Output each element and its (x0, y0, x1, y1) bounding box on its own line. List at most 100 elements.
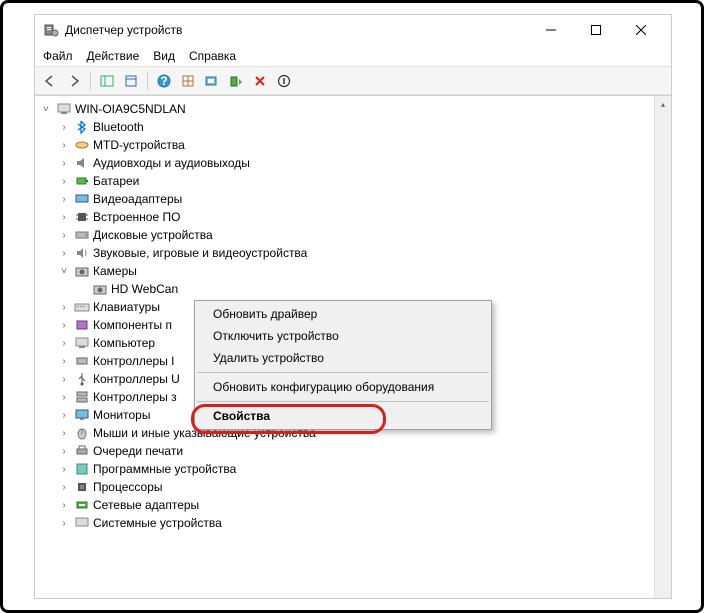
category-label: Клавиатуры (93, 300, 160, 314)
expand-icon[interactable]: › (57, 428, 71, 439)
forward-button[interactable] (63, 70, 85, 92)
disable-button[interactable] (273, 70, 295, 92)
expand-icon[interactable]: › (57, 482, 71, 493)
ctx-properties[interactable]: Свойства (195, 405, 491, 427)
minimize-button[interactable] (528, 15, 573, 45)
category-label: Дисковые устройства (93, 228, 213, 242)
category-video[interactable]: › Видеоадаптеры (35, 190, 654, 208)
ctx-scan-hardware[interactable]: Обновить конфигурацию оборудования (195, 376, 491, 398)
menu-help[interactable]: Справка (189, 49, 236, 63)
update-driver-button[interactable] (225, 70, 247, 92)
expand-icon[interactable]: › (57, 410, 71, 421)
category-label: Процессоры (93, 480, 163, 494)
show-hide-tree-button[interactable] (96, 70, 118, 92)
maximize-button[interactable] (573, 15, 618, 45)
category-label: Сетевые адаптеры (93, 498, 199, 512)
titlebar: Диспетчер устройств (35, 15, 671, 45)
usb-icon (74, 371, 90, 387)
expand-icon[interactable]: › (57, 464, 71, 475)
root-label: WIN-OIA9C5NDLAN (75, 102, 186, 116)
scroll-up-icon[interactable]: ▴ (655, 96, 671, 113)
expand-icon[interactable]: › (57, 500, 71, 511)
ctx-disable-device[interactable]: Отключить устройство (195, 325, 491, 347)
expand-icon[interactable]: › (57, 248, 71, 259)
expand-icon[interactable]: › (57, 518, 71, 529)
root-node[interactable]: ˅ WIN-OIA9C5NDLAN (35, 100, 654, 118)
expand-icon[interactable]: › (57, 230, 71, 241)
back-button[interactable] (39, 70, 61, 92)
device-hd-webcan[interactable]: HD WebCan (35, 280, 654, 298)
expand-icon[interactable]: › (57, 338, 71, 349)
menu-view[interactable]: Вид (153, 49, 175, 63)
category-label: Видеоадаптеры (93, 192, 182, 206)
expand-icon[interactable]: › (57, 194, 71, 205)
ctx-separator (197, 372, 489, 373)
computer-icon (56, 101, 72, 117)
category-firmware[interactable]: › Встроенное ПО (35, 208, 654, 226)
menu-action[interactable]: Действие (87, 49, 140, 63)
category-label: Компьютер (93, 336, 155, 350)
category-label: MTD-устройства (93, 138, 185, 152)
category-system[interactable]: › Системные устройства (35, 514, 654, 532)
category-label: Встроенное ПО (93, 210, 180, 224)
category-sound-game[interactable]: › Звуковые, игровые и видеоустройства (35, 244, 654, 262)
keyboard-icon (74, 299, 90, 315)
ctx-label: Обновить конфигурацию оборудования (213, 380, 434, 394)
expand-icon[interactable]: › (57, 140, 71, 151)
category-bluetooth[interactable]: ›Bluetooth (35, 118, 654, 136)
category-label: Звуковые, игровые и видеоустройства (93, 246, 307, 260)
toolbar-grid-button[interactable] (177, 70, 199, 92)
category-battery[interactable]: › Батареи (35, 172, 654, 190)
collapse-icon[interactable]: ˅ (39, 104, 53, 115)
camera-icon (92, 281, 108, 297)
window-controls (528, 15, 663, 45)
expand-icon[interactable]: › (57, 374, 71, 385)
category-label: Компоненты п (93, 318, 172, 332)
category-software-devices[interactable]: ›Программные устройства (35, 460, 654, 478)
close-button[interactable] (618, 15, 663, 45)
bluetooth-icon (74, 119, 90, 135)
expand-icon[interactable]: › (57, 446, 71, 457)
category-print-queues[interactable]: › Очереди печати (35, 442, 654, 460)
expand-icon[interactable]: › (57, 392, 71, 403)
expand-icon[interactable]: › (57, 320, 71, 331)
printer-icon (74, 443, 90, 459)
display-adapter-icon (74, 191, 90, 207)
collapse-icon[interactable]: ˅ (57, 266, 71, 277)
category-label: Очереди печати (93, 444, 183, 458)
properties-button[interactable] (120, 70, 142, 92)
category-label: Батареи (93, 174, 139, 188)
battery-icon (74, 173, 90, 189)
category-audio-io[interactable]: ›Аудиовходы и аудиовыходы (35, 154, 654, 172)
uninstall-button[interactable] (249, 70, 271, 92)
camera-icon (74, 263, 90, 279)
expand-icon[interactable]: › (57, 356, 71, 367)
help-button[interactable]: ? (153, 70, 175, 92)
expand-icon[interactable]: › (57, 212, 71, 223)
expand-icon[interactable]: › (57, 122, 71, 133)
computer-icon (74, 335, 90, 351)
monitor-icon (74, 407, 90, 423)
category-network[interactable]: › Сетевые адаптеры (35, 496, 654, 514)
vertical-scrollbar[interactable]: ▴ (654, 96, 671, 598)
network-icon (74, 497, 90, 513)
ctx-update-driver[interactable]: Обновить драйвер (195, 303, 491, 325)
expand-icon[interactable]: › (57, 302, 71, 313)
mouse-icon (74, 425, 90, 441)
category-disk[interactable]: › Дисковые устройства (35, 226, 654, 244)
storage-controller-icon (74, 389, 90, 405)
ctx-label: Свойства (213, 409, 270, 423)
app-icon (43, 22, 59, 38)
expand-icon[interactable]: › (57, 158, 71, 169)
category-processors[interactable]: › Процессоры (35, 478, 654, 496)
expand-icon[interactable]: › (57, 176, 71, 187)
sound-icon (74, 245, 90, 261)
category-label: Системные устройства (93, 516, 222, 530)
category-cameras[interactable]: ˅Камеры (35, 262, 654, 280)
menu-file[interactable]: Файл (43, 49, 73, 63)
disk-icon (74, 137, 90, 153)
ctx-remove-device[interactable]: Удалить устройство (195, 347, 491, 369)
category-label: Контроллеры з (93, 390, 177, 404)
category-mtd[interactable]: › MTD-устройства (35, 136, 654, 154)
scan-hardware-button[interactable] (201, 70, 223, 92)
